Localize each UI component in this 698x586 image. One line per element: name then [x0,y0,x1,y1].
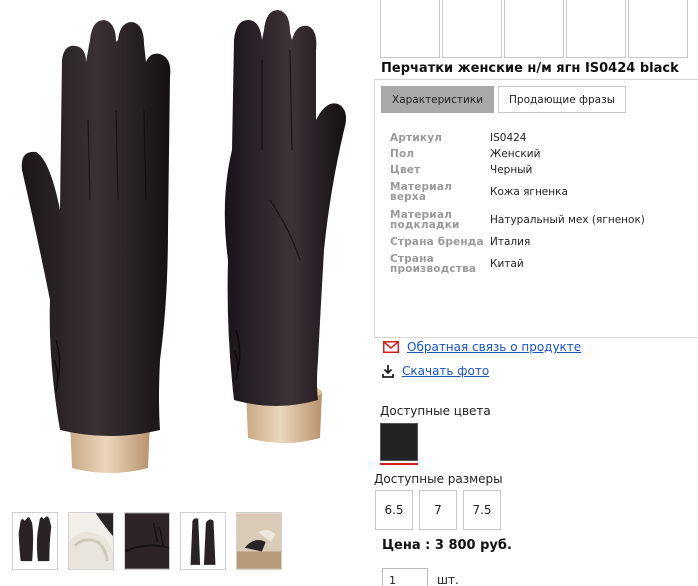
selected-color-indicator [380,463,418,465]
spec-row-gender: Пол Женский [390,146,690,162]
download-photo-row: Скачать фото [382,364,489,378]
gallery-preview-slot[interactable] [442,0,502,58]
product-main-image[interactable] [0,0,370,495]
thumbnail-gloves-side-icon [181,513,225,569]
spec-row-lining-material: Материал подкладки Натуральный мех (ягне… [390,206,690,234]
size-option-6-5[interactable]: 6.5 [375,490,413,530]
specs-tabs: Характеристики Продающие фразы [381,86,626,113]
spec-value: IS0424 [490,132,527,144]
spec-row-color: Цвет Черный [390,162,690,178]
gallery-preview-row [380,0,688,58]
spec-value: Италия [490,236,531,248]
thumbnail-3[interactable] [124,512,170,570]
thumbnail-5[interactable] [236,512,282,570]
spec-row-article: Артикул IS0424 [390,130,690,146]
spec-label: Материал подкладки [390,209,460,231]
spec-value: Китай [490,258,524,270]
spec-value: Черный [490,164,533,176]
download-icon [382,364,394,378]
gloves-photo [21,10,346,473]
gallery-preview-slot[interactable] [380,0,440,58]
thumbnail-1[interactable] [12,512,58,570]
spec-row-outer-material: Материал верха Кожа ягненка [390,178,690,206]
spec-label: Цвет [390,164,421,176]
gallery-preview-slot[interactable] [628,0,688,58]
size-options: 6.5 7 7.5 [375,490,501,530]
spec-label: Пол [390,148,415,160]
spec-value: Натуральный мех (ягненок) [490,214,645,226]
spec-label: Артикул [390,132,443,144]
spec-label: Страна производства [390,253,477,275]
available-sizes-label: Доступные размеры [374,472,503,486]
thumbnail-lifestyle-icon [237,513,281,569]
tab-selling-phrases[interactable]: Продающие фразы [498,86,626,113]
spec-label: Материал верха [390,181,452,203]
download-photo-link[interactable]: Скачать фото [402,364,489,378]
thumbnail-gloves-pair-icon [13,513,57,569]
quantity-unit: шт. [437,573,459,586]
product-title: Перчатки женские н/м ягн IS0424 black [381,61,679,76]
size-option-7-5[interactable]: 7.5 [463,490,501,530]
tab-characteristics[interactable]: Характеристики [381,86,495,113]
available-colors-label: Доступные цвета [380,404,491,418]
envelope-icon [383,341,399,353]
spec-label: Страна бренда [390,236,484,248]
quantity-input[interactable] [382,568,428,586]
thumbnail-leather-closeup-icon [125,513,169,569]
gallery-preview-slot[interactable] [566,0,626,58]
feedback-link[interactable]: Обратная связь о продукте [407,340,581,354]
spec-row-brand-country: Страна бренда Италия [390,234,690,250]
thumbnail-2[interactable] [68,512,114,570]
thumbnail-4[interactable] [180,512,226,570]
spec-value: Кожа ягненка [490,186,568,198]
specs-list: Артикул IS0424 Пол Женский Цвет Черный М… [390,130,690,278]
feedback-link-row: Обратная связь о продукте [383,340,581,354]
spec-row-production-country: Страна производства Китай [390,250,690,278]
color-swatch-black[interactable] [380,423,418,461]
specs-panel: Характеристики Продающие фразы Артикул I… [374,79,698,338]
thumbnail-strip [12,512,282,570]
product-price: Цена : 3 800 руб. [382,538,512,553]
thumbnail-fur-lining-icon [69,513,113,569]
gallery-preview-slot[interactable] [504,0,564,58]
spec-value: Женский [490,148,541,160]
size-option-7[interactable]: 7 [419,490,457,530]
